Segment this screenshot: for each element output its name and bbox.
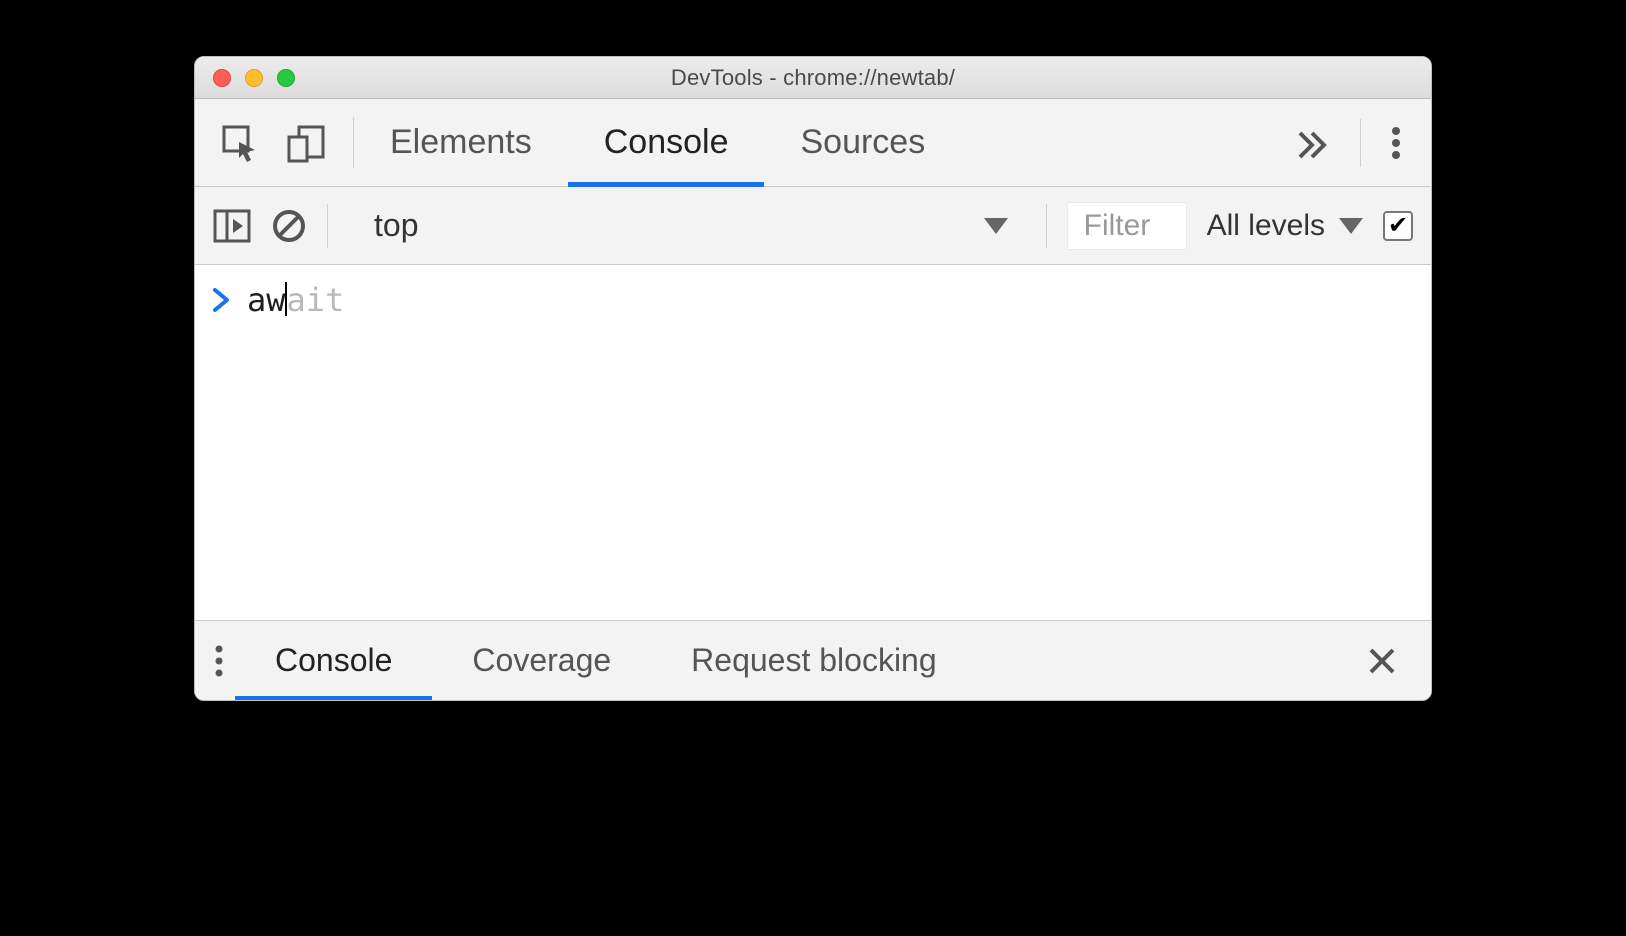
- kebab-menu-icon[interactable]: [1389, 123, 1403, 163]
- log-levels-selector[interactable]: All levels: [1207, 209, 1363, 243]
- inspect-element-icon[interactable]: [219, 122, 261, 164]
- show-sidebar-icon[interactable]: [213, 209, 251, 243]
- tab-label: Console: [275, 642, 392, 679]
- window-title: DevTools - chrome://newtab/: [195, 65, 1431, 91]
- dropdown-caret-icon: [1339, 218, 1363, 234]
- minimize-window-button[interactable]: [245, 69, 263, 87]
- devtools-window: DevTools - chrome://newtab/ Elements: [194, 56, 1432, 701]
- tabbar-left-tools: [195, 99, 353, 186]
- main-tabs: Elements Console Sources: [354, 99, 1264, 186]
- close-window-button[interactable]: [213, 69, 231, 87]
- tab-label: Sources: [800, 123, 925, 162]
- context-name: top: [366, 207, 968, 244]
- drawer: Console Coverage Request blocking: [195, 620, 1431, 700]
- divider: [1046, 204, 1047, 248]
- drawer-tab-console[interactable]: Console: [235, 621, 432, 700]
- prompt-caret-icon: [213, 288, 231, 312]
- zoom-window-button[interactable]: [277, 69, 295, 87]
- levels-label: All levels: [1207, 209, 1325, 243]
- titlebar[interactable]: DevTools - chrome://newtab/: [195, 57, 1431, 99]
- close-drawer-icon[interactable]: [1367, 646, 1397, 676]
- device-toolbar-icon[interactable]: [285, 121, 329, 165]
- tab-label: Coverage: [472, 642, 611, 679]
- execution-context-selector[interactable]: top: [348, 207, 1026, 244]
- drawer-right: [1351, 621, 1413, 700]
- clear-console-icon[interactable]: [271, 208, 307, 244]
- tab-console[interactable]: Console: [568, 99, 765, 186]
- console-body[interactable]: await: [195, 265, 1431, 620]
- more-tabs-icon[interactable]: [1292, 123, 1332, 163]
- tab-label: Elements: [390, 123, 532, 162]
- group-similar-checkbox[interactable]: ✔: [1383, 211, 1413, 241]
- tab-label: Request blocking: [691, 642, 936, 679]
- tab-elements[interactable]: Elements: [354, 99, 568, 186]
- divider: [1360, 119, 1361, 167]
- autocomplete-ghost: ait: [287, 281, 345, 319]
- typed-text: aw: [247, 281, 286, 319]
- drawer-tab-request-blocking[interactable]: Request blocking: [651, 621, 976, 700]
- tabbar-right-tools: [1264, 99, 1431, 186]
- tab-sources[interactable]: Sources: [764, 99, 961, 186]
- drawer-tab-coverage[interactable]: Coverage: [432, 621, 651, 700]
- filter-input[interactable]: Filter: [1067, 202, 1187, 250]
- filter-placeholder: Filter: [1084, 209, 1151, 242]
- drawer-kebab-menu-icon[interactable]: [213, 643, 235, 679]
- console-toolbar: top Filter All levels ✔: [195, 187, 1431, 265]
- main-tabbar: Elements Console Sources: [195, 99, 1431, 187]
- traffic-lights: [195, 69, 295, 87]
- dropdown-caret-icon: [984, 218, 1008, 234]
- tab-label: Console: [604, 123, 729, 162]
- console-prompt-row: await: [213, 281, 1413, 319]
- console-input[interactable]: await: [247, 281, 344, 319]
- divider: [327, 204, 328, 248]
